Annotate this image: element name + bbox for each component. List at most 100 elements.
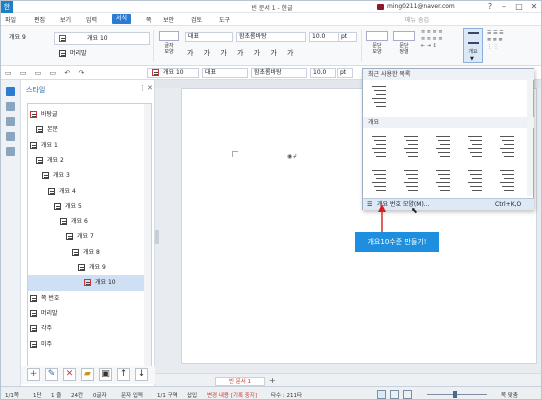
edit-icon[interactable]: ✎ bbox=[45, 368, 58, 381]
style-list-item[interactable]: 각주 bbox=[28, 321, 146, 336]
outline-style-thumb[interactable] bbox=[369, 133, 391, 163]
panel-close-icon[interactable]: ✕ bbox=[147, 84, 153, 92]
outline-style-thumb[interactable] bbox=[369, 167, 391, 197]
style-panel-icon[interactable] bbox=[6, 87, 15, 96]
status-track-changes[interactable]: 변경 내용 [기록 중지] bbox=[207, 391, 257, 399]
outline-style-thumb[interactable] bbox=[433, 133, 455, 163]
style-icon bbox=[54, 202, 61, 210]
user-account[interactable]: ming0211@naver.com bbox=[387, 3, 455, 10]
zoom-slider-handle[interactable] bbox=[453, 391, 457, 398]
status-zoom[interactable]: 쪽 맞춤 bbox=[501, 391, 518, 399]
recent-outline-thumb[interactable] bbox=[369, 83, 391, 113]
status-input-mode[interactable]: 문자 입력 bbox=[121, 391, 143, 399]
menu-review[interactable]: 검토 bbox=[191, 15, 202, 24]
style-gallery-item[interactable]: 머리말 bbox=[54, 47, 150, 60]
style-panel-title: 스타일 bbox=[26, 86, 46, 94]
para-shape-icon[interactable] bbox=[366, 31, 388, 41]
bullet-number-buttons[interactable]: ☰ ☰ ☰ ≣ ≣ ≣ ⋮ ⋮ bbox=[487, 30, 537, 60]
menu-file[interactable]: 파일 bbox=[5, 15, 16, 24]
para-align-icon[interactable] bbox=[393, 31, 415, 41]
menu-insert[interactable]: 입력 bbox=[86, 15, 97, 24]
status-insert[interactable]: 삽입 bbox=[187, 391, 197, 399]
close-icon[interactable]: ✕ bbox=[527, 1, 541, 13]
style-list-item[interactable]: 쪽 번호 bbox=[28, 291, 146, 306]
toolbar-font-select[interactable]: 함초롬바탕 bbox=[251, 68, 307, 78]
zoom-slider[interactable] bbox=[427, 394, 487, 395]
menu-item-shortcut: Ctrl+K,O bbox=[495, 201, 522, 208]
outline-level-label[interactable]: 개요 9 bbox=[7, 34, 52, 44]
style-list-item[interactable]: 본문 bbox=[28, 122, 146, 137]
toolbar-style-select[interactable]: 개요 10 bbox=[147, 68, 199, 78]
style-list-item[interactable]: 개요 2 bbox=[28, 153, 146, 168]
minimize-icon[interactable]: – bbox=[497, 1, 511, 13]
style-list-item[interactable]: 개요 8 bbox=[28, 245, 146, 260]
panel-icon-5[interactable] bbox=[6, 147, 15, 156]
style-list-item-label: 개요 4 bbox=[59, 187, 76, 195]
menu-security[interactable]: 보안 bbox=[163, 15, 174, 24]
dropdown-scrollbar[interactable] bbox=[527, 80, 533, 196]
move-down-icon[interactable]: ↓ bbox=[135, 368, 148, 381]
status-count: 타수 : 211타 bbox=[271, 393, 303, 399]
panel-icon-2[interactable] bbox=[6, 102, 15, 111]
style-list-item[interactable]: 개요 4 bbox=[28, 184, 146, 199]
help-icon[interactable]: ? bbox=[483, 1, 497, 13]
outline-button[interactable]: 개요 ▼ bbox=[463, 28, 483, 63]
font-lang-select[interactable]: 대표 bbox=[185, 32, 233, 42]
outline-style-thumb[interactable] bbox=[465, 167, 487, 197]
open-folder-icon[interactable]: ▰ bbox=[81, 368, 94, 381]
toolbar-unit-select[interactable]: pt bbox=[337, 68, 353, 78]
char-shape-button[interactable]: 글자 모양 bbox=[155, 43, 183, 55]
char-format-buttons[interactable]: 가 가 가 가 가 가 가 bbox=[187, 48, 297, 58]
style-list-item[interactable]: 머리말 bbox=[28, 306, 146, 321]
view-mode-icon-1[interactable] bbox=[377, 390, 386, 399]
menu-format[interactable]: 서식 bbox=[112, 14, 132, 24]
menu-page[interactable]: 쪽 bbox=[146, 15, 152, 24]
menu-edit[interactable]: 편집 bbox=[34, 15, 45, 24]
add-tab-icon[interactable]: + bbox=[269, 376, 276, 385]
style-gallery-selected[interactable]: 개요 10 bbox=[54, 32, 150, 45]
para-format-buttons[interactable]: ≡ ≡ ≡ ≡ ≡ ≡ ≡ ≡ ⇤ ⇥ ↕ bbox=[421, 29, 461, 61]
style-list-item[interactable]: 개요 1 bbox=[28, 138, 146, 153]
add-icon[interactable]: + bbox=[27, 368, 40, 381]
style-list-item[interactable]: 개요 5 bbox=[28, 199, 146, 214]
style-list-item[interactable]: 개요 7 bbox=[28, 229, 146, 244]
view-mode-icon-2[interactable] bbox=[390, 390, 399, 399]
panel-menu-icon[interactable]: ⋮ bbox=[139, 84, 146, 92]
outline-number-shape-item[interactable]: ☰ 개요 번호 모양(M)... Ctrl+K,O bbox=[363, 198, 534, 210]
para-align-button[interactable]: 문단 정렬 bbox=[390, 43, 418, 55]
panel-splitter[interactable] bbox=[155, 230, 159, 244]
outline-style-thumb[interactable] bbox=[433, 167, 455, 197]
font-size-input[interactable]: 10.0 bbox=[309, 32, 339, 42]
style-list-item[interactable]: 개요 10 bbox=[28, 275, 146, 291]
outline-style-thumb[interactable] bbox=[497, 167, 519, 197]
style-list-item[interactable]: 개요 9 bbox=[28, 260, 146, 275]
delete-icon[interactable]: ✕ bbox=[63, 368, 76, 381]
outline-style-thumb[interactable] bbox=[497, 133, 519, 163]
style-list-scrollbar[interactable] bbox=[144, 104, 151, 372]
style-list-item[interactable]: 미주 bbox=[28, 337, 146, 352]
file-buttons[interactable]: ▭ ▭ ▭ ▭ ↶ ↷ bbox=[5, 69, 87, 77]
panel-icon-4[interactable] bbox=[6, 132, 15, 141]
style-list-item[interactable]: 바탕글 bbox=[28, 107, 146, 122]
font-name-select[interactable]: 함초롬바탕 bbox=[236, 32, 306, 42]
char-shape-icon[interactable] bbox=[159, 31, 179, 41]
menu-collapse-button[interactable]: 메뉴 숨김 bbox=[405, 15, 429, 24]
outline-style-thumb[interactable] bbox=[401, 133, 423, 163]
move-up-icon[interactable]: ↑ bbox=[117, 368, 130, 381]
font-unit-select[interactable]: pt bbox=[339, 32, 357, 42]
outline-style-thumb[interactable] bbox=[465, 133, 487, 163]
save-icon[interactable]: ▣ bbox=[99, 368, 112, 381]
para-shape-button[interactable]: 문단 모양 bbox=[363, 43, 391, 55]
menu-view[interactable]: 보기 bbox=[60, 15, 71, 24]
view-mode-icon-3[interactable] bbox=[403, 390, 412, 399]
style-list-item[interactable]: 개요 6 bbox=[28, 214, 146, 229]
toolbar-size-input[interactable]: 10.0 bbox=[310, 68, 336, 78]
toolbar-lang-select[interactable]: 대표 bbox=[202, 68, 248, 78]
document-tab[interactable]: 빈 문서 1 bbox=[215, 377, 265, 386]
style-list-item[interactable]: 개요 3 bbox=[28, 168, 146, 183]
outline-style-thumb[interactable] bbox=[401, 167, 423, 197]
menu-tools[interactable]: 도구 bbox=[219, 15, 230, 24]
panel-icon-3[interactable] bbox=[6, 117, 15, 126]
maximize-icon[interactable]: □ bbox=[512, 1, 526, 13]
user-avatar-icon[interactable] bbox=[377, 4, 384, 10]
